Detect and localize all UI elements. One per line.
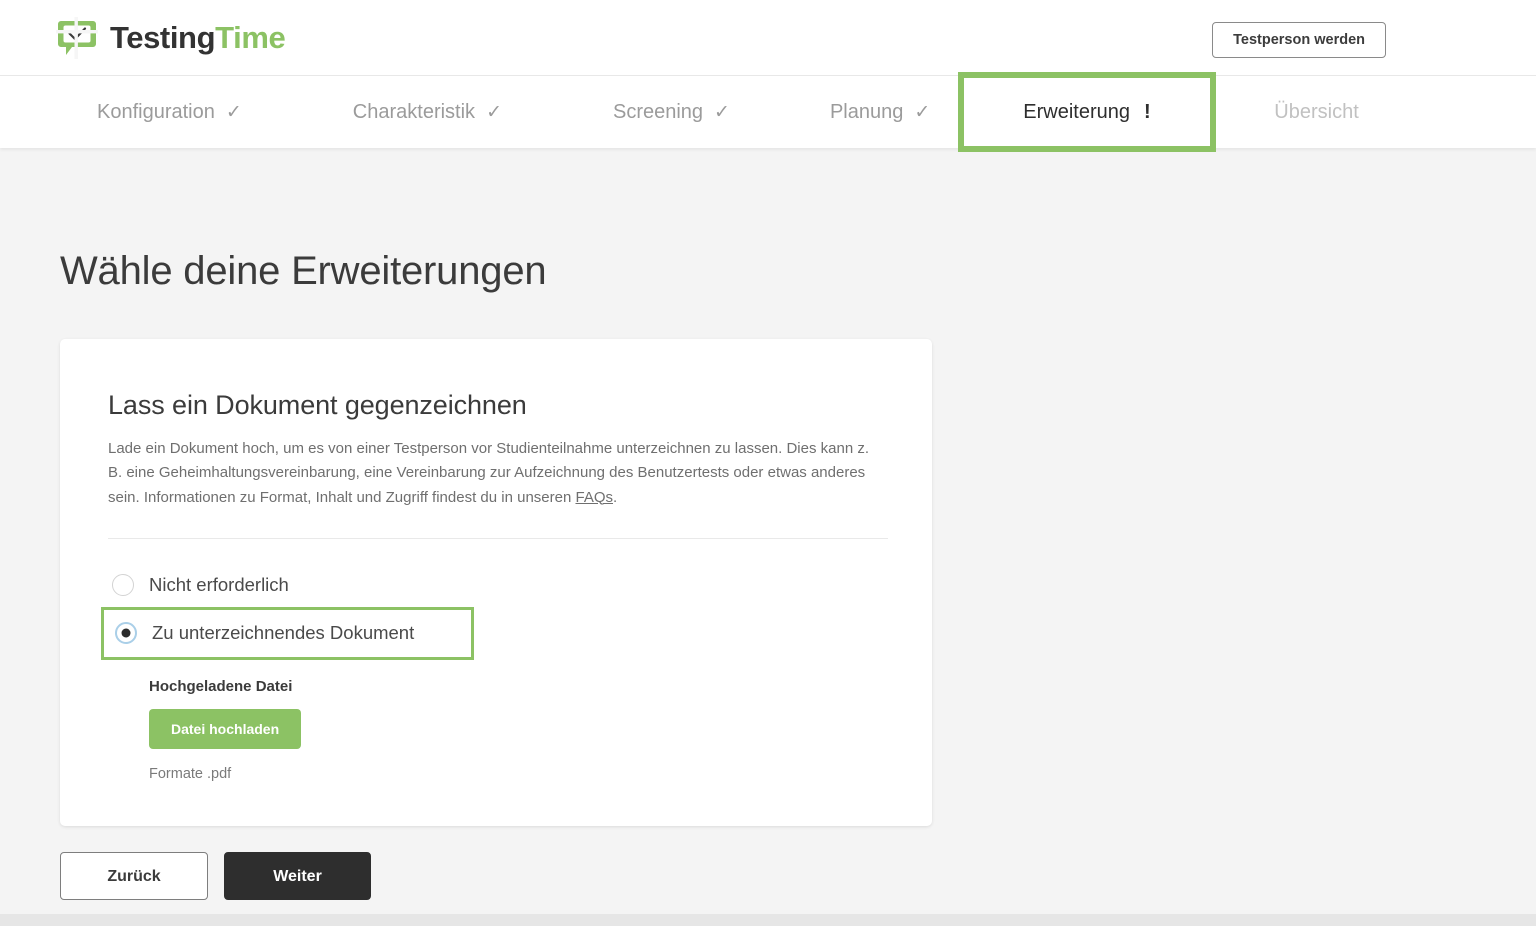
brand-word-testing: Testing [110,20,216,55]
card-description-text: Lade ein Dokument hoch, um es von einer … [108,440,870,506]
bottom-strip [0,914,1536,926]
step-erweiterung-active[interactable]: Erweiterung ! [958,72,1216,152]
main-content: Wähle deine Erweiterungen Lass ein Dokum… [0,249,1536,900]
card-description-tail: . [613,488,618,506]
step-uebersicht[interactable]: Übersicht [1272,101,1360,124]
step-label: Übersicht [1274,100,1359,123]
page-title: Wähle deine Erweiterungen [60,249,547,293]
step-active-label-group: Erweiterung ! [1023,101,1150,124]
become-testperson-button[interactable]: Testperson werden [1212,22,1386,58]
radio-not-required[interactable] [112,573,134,596]
step-konfiguration[interactable]: Konfiguration ✓ [95,101,244,124]
radio-document-to-sign[interactable] [115,622,137,645]
step-charakteristik[interactable]: Charakteristik ✓ [351,101,504,124]
next-button[interactable]: Weiter [224,851,371,900]
upload-format-hint: Formate .pdf [149,765,232,782]
card-divider [108,537,888,539]
app-header: TestingTime Testperson werden [0,0,1536,76]
option-not-required[interactable]: Nicht erforderlich [108,565,884,605]
option-document-to-sign[interactable]: Zu unterzeichnendes Dokument [101,606,474,660]
step-screening[interactable]: Screening ✓ [611,101,732,124]
check-icon: ✓ [914,101,931,123]
exclamation-icon: ! [1144,100,1151,123]
wizard-actions: Zurück Weiter [60,851,1536,900]
upload-block: Hochgeladene Datei Datei hochladen Forma… [108,678,884,782]
step-label: Screening [612,100,704,123]
step-navigation: Konfiguration ✓ Charakteristik ✓ Screeni… [0,72,1536,152]
step-label: Charakteristik [352,100,476,123]
check-icon: ✓ [225,101,242,123]
brand-logo[interactable]: TestingTime [56,16,286,59]
speech-bubble-check-icon [56,16,98,59]
uploaded-file-label: Hochgeladene Datei [149,677,293,695]
extension-card: Lass ein Dokument gegenzeichnen Lade ein… [60,339,932,826]
brand-word-time: Time [215,20,286,55]
card-description: Lade ein Dokument hoch, um es von einer … [108,437,884,510]
check-icon: ✓ [486,101,502,123]
card-title: Lass ein Dokument gegenzeichnen [108,390,527,420]
step-label: Erweiterung [1023,100,1131,123]
faqs-link[interactable]: FAQs [575,489,613,506]
option-label: Zu unterzeichnendes Dokument [152,622,415,644]
back-button[interactable]: Zurück [60,851,208,900]
check-icon: ✓ [714,101,730,123]
step-label: Konfiguration [97,100,215,123]
brand-wordmark: TestingTime [110,20,286,55]
document-options-group: Nicht erforderlich Zu unterzeichnendes D… [101,565,884,660]
step-label: Planung [829,100,904,123]
step-planung[interactable]: Planung ✓ [828,101,932,124]
option-label: Nicht erforderlich [149,573,289,595]
upload-file-button[interactable]: Datei hochladen [149,708,302,749]
